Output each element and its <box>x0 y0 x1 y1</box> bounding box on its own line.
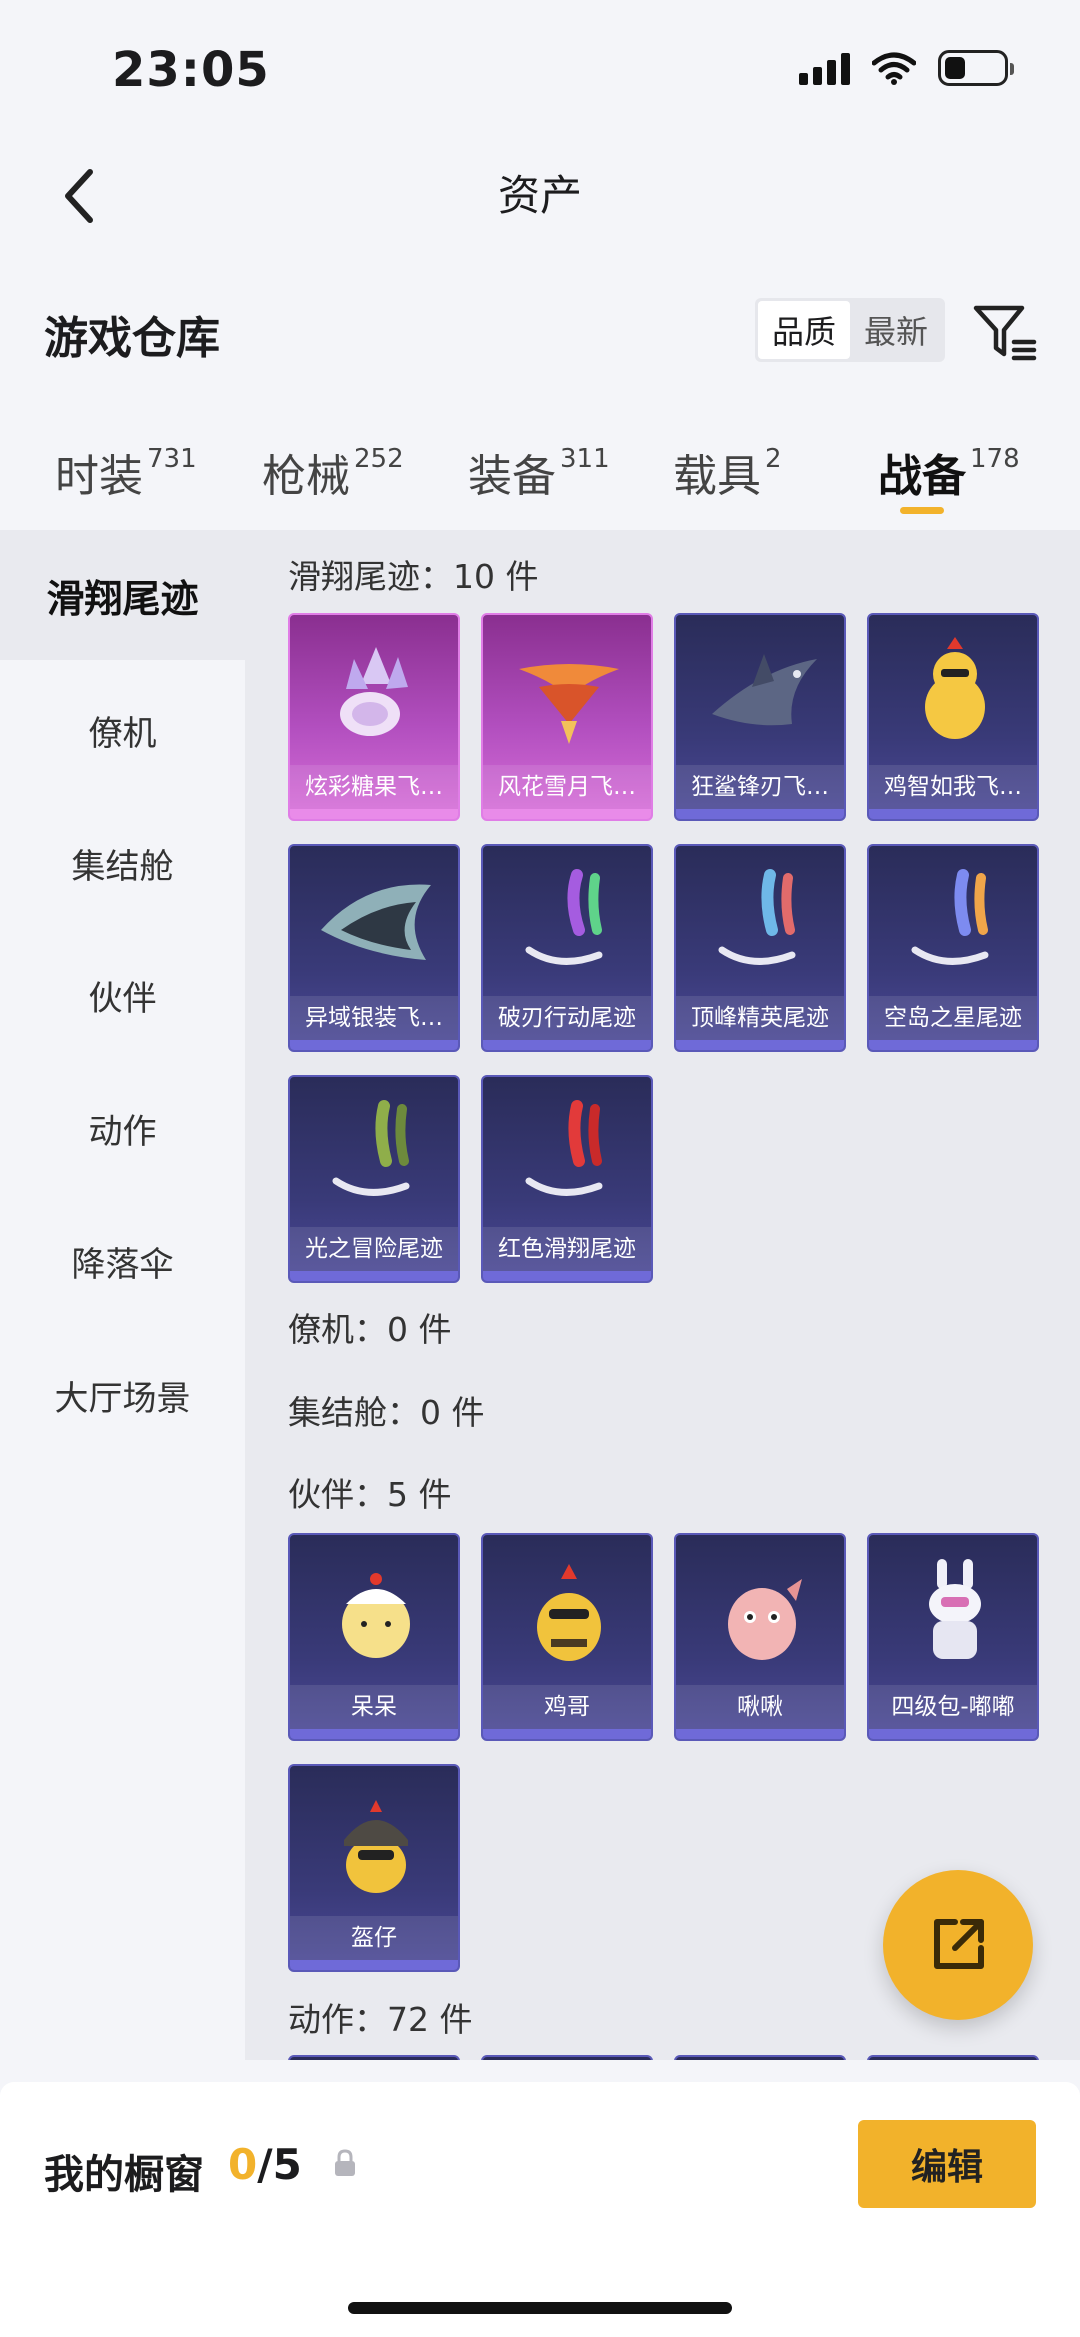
sort-quality-option[interactable]: 品质 <box>758 301 850 359</box>
home-indicator <box>348 2302 732 2314</box>
smoke-trail-icon <box>332 1100 410 1196</box>
item-name: 狂鲨锋刃飞… <box>676 765 844 809</box>
tab-fashion[interactable]: 时装 731 <box>55 440 197 504</box>
item-name: 风花雪月飞… <box>483 765 651 809</box>
status-time: 23:05 <box>112 42 270 98</box>
smoke-trail-icon <box>718 869 796 965</box>
item-name: 呆呆 <box>290 1685 458 1729</box>
sidebar-item-lobby-scene[interactable]: 大厅场景 <box>0 1330 245 1460</box>
item-name: 异域银装飞… <box>290 996 458 1040</box>
share-button[interactable] <box>883 1870 1033 2020</box>
sidebar-item-rally-pod[interactable]: 集结舱 <box>0 798 245 928</box>
category-label-emote: 动作：72 件 <box>288 2000 473 2039</box>
nav-bar: 资产 <box>0 130 1080 260</box>
active-tab-indicator <box>900 507 944 514</box>
sidebar-item-glide-trail[interactable]: 滑翔尾迹 <box>0 530 245 660</box>
tab-combat-gear[interactable]: 战备 178 <box>878 440 1020 504</box>
wifi-icon <box>872 52 916 85</box>
shark-trail-icon <box>712 654 817 726</box>
item-card[interactable]: 呆呆 <box>288 1533 460 1741</box>
phoenix-trail-icon <box>519 664 619 744</box>
filter-icon <box>973 305 1037 361</box>
item-card[interactable]: 破刃行动尾迹 <box>481 844 653 1052</box>
showcase-count: 0/5 <box>228 2140 302 2189</box>
sidebar: 滑翔尾迹 僚机 集结舱 伙伴 动作 降落伞 大厅场景 <box>0 530 245 2060</box>
item-card[interactable]: 顶峰精英尾迹 <box>674 844 846 1052</box>
item-name: 光之冒险尾迹 <box>290 1227 458 1271</box>
item-card[interactable]: 红色滑翔尾迹 <box>481 1075 653 1283</box>
item-card[interactable]: 风花雪月飞… <box>481 613 653 821</box>
item-name: 啾啾 <box>676 1685 844 1729</box>
item-name: 空岛之星尾迹 <box>869 996 1037 1040</box>
smoke-trail-icon <box>911 869 989 965</box>
item-name: 鸡智如我飞… <box>869 765 1037 809</box>
smoke-trail-icon <box>525 869 603 965</box>
silver-wing-trail-icon <box>321 884 431 960</box>
chicken-trail-icon <box>925 637 985 739</box>
item-name: 四级包-嘟嘟 <box>869 1685 1037 1729</box>
lock-icon <box>335 2149 355 2176</box>
battery-icon <box>938 50 1014 86</box>
filter-button[interactable] <box>970 298 1038 364</box>
category-label-wingman: 僚机：0 件 <box>288 1310 452 1349</box>
item-name: 炫彩糖果飞… <box>290 765 458 809</box>
item-name: 鸡哥 <box>483 1685 651 1729</box>
pink-bird-icon <box>728 1579 802 1660</box>
category-label-partner: 伙伴：5 件 <box>288 1475 452 1514</box>
sort-toggle: 品质 最新 <box>755 298 945 362</box>
yellow-chick-icon <box>342 1573 410 1658</box>
item-card[interactable]: 鸡哥 <box>481 1533 653 1741</box>
item-name: 顶峰精英尾迹 <box>676 996 844 1040</box>
sidebar-item-emote[interactable]: 动作 <box>0 1063 245 1193</box>
section-header: 游戏仓库 品质 最新 <box>0 280 1080 380</box>
tab-vehicles[interactable]: 载具 2 <box>673 440 782 504</box>
status-icons <box>799 50 1014 86</box>
page-title: 资产 <box>497 171 582 220</box>
item-card[interactable] <box>481 2055 653 2060</box>
category-label-rally-pod: 集结舱：0 件 <box>288 1393 485 1432</box>
showcase-label: 我的橱窗 <box>44 2152 204 2198</box>
sidebar-item-parachute[interactable]: 降落伞 <box>0 1196 245 1326</box>
item-card[interactable] <box>674 2055 846 2060</box>
signal-icon <box>799 51 850 85</box>
item-name: 红色滑翔尾迹 <box>483 1227 651 1271</box>
item-card[interactable]: 四级包-嘟嘟 <box>867 1533 1039 1741</box>
smoke-trail-icon <box>525 1100 603 1196</box>
item-card[interactable]: 盔仔 <box>288 1764 460 1972</box>
section-title: 游戏仓库 <box>44 313 220 364</box>
chicken-sunglasses-icon <box>537 1564 601 1661</box>
item-card[interactable]: 炫彩糖果飞… <box>288 613 460 821</box>
helmet-chick-icon <box>344 1800 408 1893</box>
item-card[interactable]: 光之冒险尾迹 <box>288 1075 460 1283</box>
item-card[interactable]: 鸡智如我飞… <box>867 613 1039 821</box>
item-card[interactable]: 异域银装飞… <box>288 844 460 1052</box>
category-label-glide: 滑翔尾迹：10 件 <box>288 557 539 596</box>
tab-guns[interactable]: 枪械 252 <box>262 440 404 504</box>
status-bar: 23:05 <box>0 0 1080 130</box>
item-list[interactable]: 滑翔尾迹：10 件 炫彩糖果飞… 风花雪月飞… 狂鲨锋刃飞… 鸡智如我飞… 异域… <box>245 530 1080 2060</box>
item-card[interactable]: 啾啾 <box>674 1533 846 1741</box>
item-name: 破刃行动尾迹 <box>483 996 651 1040</box>
showcase-bar: 我的橱窗 0/5 编辑 <box>0 2082 1080 2337</box>
sidebar-item-partner[interactable]: 伙伴 <box>0 930 245 1060</box>
sidebar-item-wingman[interactable]: 僚机 <box>0 665 245 795</box>
share-external-icon <box>934 1919 984 1969</box>
item-name: 盔仔 <box>290 1916 458 1960</box>
sort-newest-option[interactable]: 最新 <box>850 301 942 359</box>
tab-equipment[interactable]: 装备 311 <box>468 440 610 504</box>
item-card[interactable]: 空岛之星尾迹 <box>867 844 1039 1052</box>
item-card[interactable] <box>867 2055 1039 2060</box>
edit-button[interactable]: 编辑 <box>858 2120 1036 2208</box>
item-card[interactable] <box>288 2055 460 2060</box>
candy-trail-icon <box>340 647 408 736</box>
item-card[interactable]: 狂鲨锋刃飞… <box>674 613 846 821</box>
robot-bunny-icon <box>929 1559 981 1659</box>
